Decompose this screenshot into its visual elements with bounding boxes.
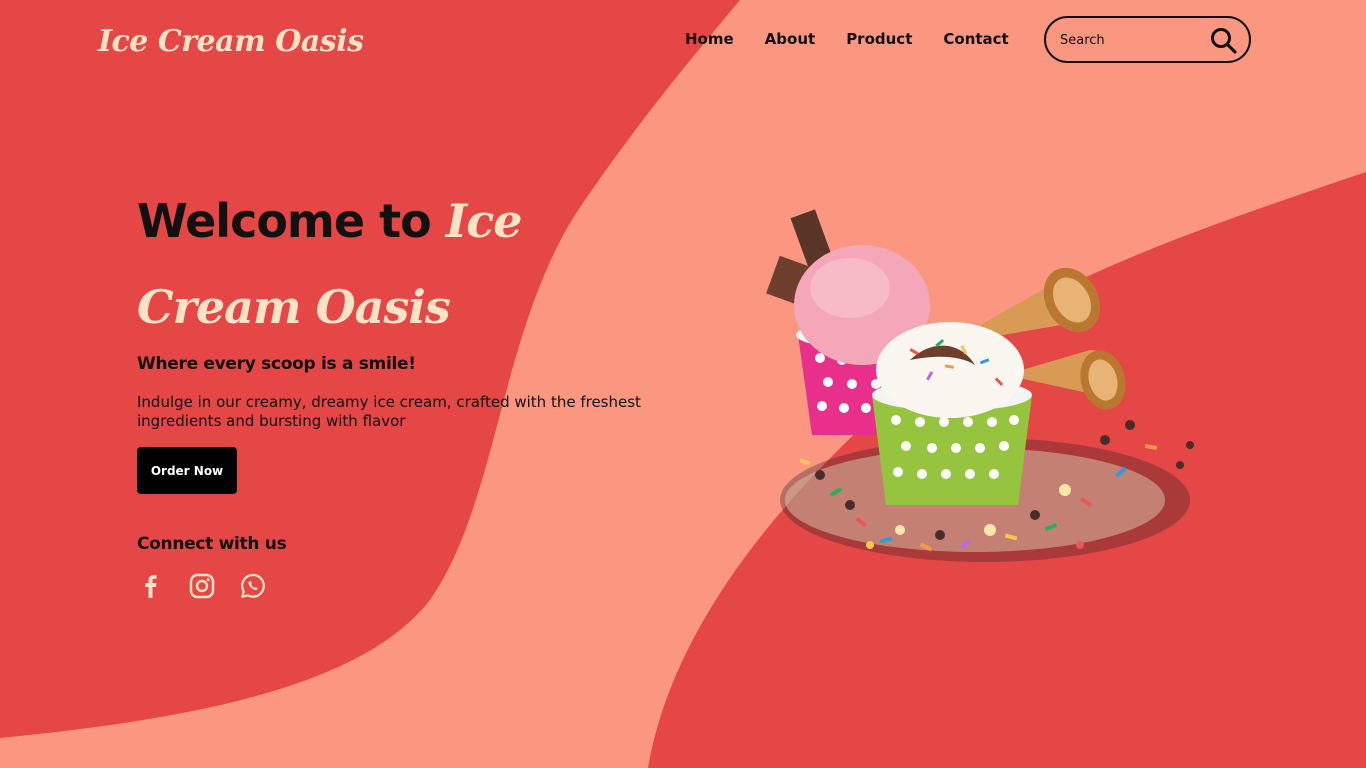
- ice-cream-illustration: [766, 209, 1194, 562]
- hero-description: Indulge in our creamy, dreamy ice cream,…: [137, 393, 641, 430]
- logo[interactable]: Ice Cream Oasis: [98, 24, 364, 59]
- hero-tagline: Where every scoop is a smile!: [137, 354, 416, 374]
- search-input[interactable]: [1060, 29, 1210, 51]
- order-now-button[interactable]: Order Now: [137, 447, 237, 494]
- whatsapp-icon[interactable]: [239, 572, 267, 600]
- main-nav: Home About Product Contact: [685, 28, 1040, 50]
- instagram-icon[interactable]: [188, 572, 216, 600]
- nav-about[interactable]: About: [765, 28, 816, 50]
- facebook-icon[interactable]: [137, 572, 165, 600]
- green-cup: [872, 322, 1032, 505]
- nav-product[interactable]: Product: [846, 28, 912, 50]
- hero-title: Welcome to Ice Cream Oasis: [137, 178, 697, 350]
- search-icon[interactable]: [1210, 27, 1237, 54]
- hero-section: Welcome to Ice Cream Oasis Where every s…: [137, 178, 697, 600]
- hero-title-prefix: Welcome to: [137, 194, 446, 248]
- social-links: [137, 572, 697, 600]
- nav-contact[interactable]: Contact: [943, 28, 1008, 50]
- connect-heading: Connect with us: [137, 534, 287, 554]
- nav-home[interactable]: Home: [685, 28, 734, 50]
- search-bar: [1044, 16, 1251, 63]
